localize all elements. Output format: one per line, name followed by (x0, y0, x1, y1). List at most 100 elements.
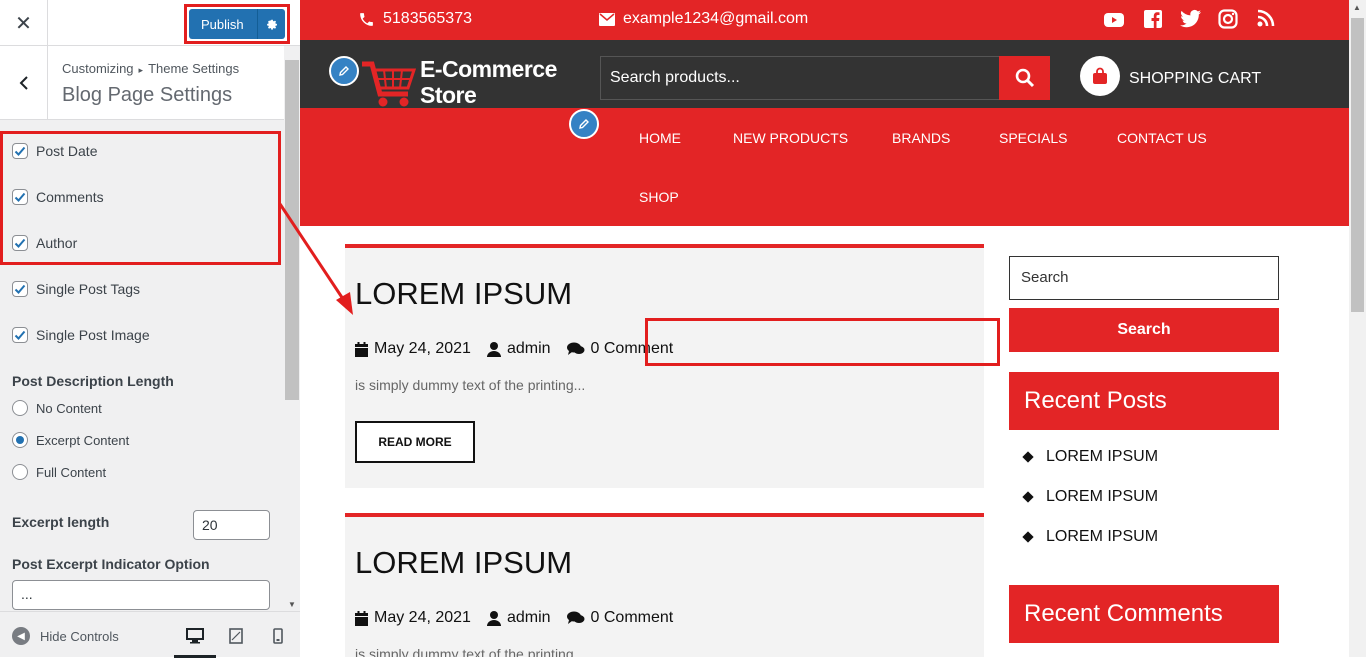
scroll-up-icon[interactable]: ▲ (1353, 3, 1361, 12)
breadcrumb: Customizing ▸ Theme Settings (62, 61, 239, 76)
recent-post-link[interactable]: LOREM IPSUM (1046, 448, 1158, 466)
nav-home[interactable]: HOME (639, 130, 681, 146)
comments-icon (566, 342, 585, 355)
post-title[interactable]: LOREM IPSUM (355, 545, 572, 581)
radio-excerpt-content[interactable]: Excerpt Content (12, 432, 129, 448)
youtube-icon[interactable] (1103, 9, 1125, 31)
sidebar-scroll-thumb[interactable] (285, 60, 299, 400)
tablet-icon (229, 628, 243, 644)
radio-button[interactable] (12, 400, 28, 416)
envelope-icon (599, 12, 615, 26)
recent-post-link[interactable]: LOREM IPSUM (1046, 488, 1158, 506)
post-author-text[interactable]: admin (507, 340, 551, 358)
post-date-text: May 24, 2021 (374, 609, 471, 626)
close-customizer-button[interactable]: ✕ (0, 0, 48, 46)
product-search-input[interactable]: Search products... (600, 56, 1000, 100)
bullet-icon (1022, 531, 1034, 543)
post-excerpt: is simply dummy text of the printing... (355, 377, 586, 393)
edit-shortcut-logo[interactable] (329, 56, 359, 86)
calendar-icon (355, 341, 368, 357)
excerpt-indicator-input[interactable]: ... (12, 580, 270, 610)
scroll-down-icon[interactable]: ▼ (288, 600, 296, 609)
logo-line-1: E-Commerce (420, 56, 557, 82)
user-icon (486, 610, 501, 626)
post-excerpt: is simply dummy text of the printing... (355, 646, 586, 657)
checkbox[interactable] (12, 281, 28, 297)
nav-specials[interactable]: SPECIALS (999, 130, 1067, 146)
sidebar-scrollbar[interactable]: ▼ (284, 46, 300, 611)
nav-brands[interactable]: BRANDS (892, 130, 950, 146)
customizer-header: ✕ Publish (0, 0, 300, 46)
gear-icon[interactable] (257, 9, 285, 39)
post-date: May 24, 2021 (355, 340, 471, 358)
read-more-button[interactable]: READ MORE (355, 421, 475, 463)
main-navigation: HOME NEW PRODUCTS BRANDS SPECIALS CONTAC… (300, 108, 1349, 226)
hide-controls-button[interactable]: ◀ Hide Controls (12, 627, 119, 645)
excerpt-length-input[interactable]: 20 (193, 510, 270, 540)
user-icon (486, 341, 501, 357)
preview-scroll-thumb[interactable] (1351, 18, 1364, 312)
search-icon (1015, 68, 1034, 88)
post-date-text: May 24, 2021 (374, 340, 471, 357)
radio-label: Full Content (36, 464, 107, 480)
post-title[interactable]: LOREM IPSUM (355, 276, 572, 312)
excerpt-length-label: Excerpt length (12, 514, 110, 530)
breadcrumb-parent: Theme Settings (148, 61, 240, 76)
excerpt-indicator-label: Post Excerpt Indicator Option (12, 556, 210, 572)
radio-button[interactable] (12, 464, 28, 480)
tablet-preview-button[interactable] (224, 624, 248, 648)
site-logo-text[interactable]: E-Commerce Store (420, 56, 557, 108)
shopping-cart-button[interactable] (1080, 56, 1120, 96)
recent-post-item[interactable]: LOREM IPSUM (1022, 448, 1158, 466)
nav-new-products[interactable]: NEW PRODUCTS (733, 130, 848, 146)
pencil-icon (579, 119, 589, 129)
product-search-button[interactable] (999, 56, 1050, 100)
instagram-icon[interactable] (1218, 9, 1238, 29)
shopping-cart-label[interactable]: SHOPPING CART (1129, 70, 1261, 88)
radio-button[interactable] (12, 432, 28, 448)
post-comments-text[interactable]: 0 Comment (591, 609, 674, 627)
preview-scrollbar[interactable]: ▲ (1349, 0, 1366, 657)
post-date: May 24, 2021 (355, 609, 471, 627)
sidebar-search-button[interactable]: Search (1009, 308, 1279, 352)
twitter-icon[interactable] (1180, 9, 1202, 29)
publish-button[interactable]: Publish (189, 9, 285, 39)
close-icon: ✕ (15, 12, 32, 35)
check-icon (14, 284, 26, 294)
phone-icon (360, 12, 373, 26)
chevron-left-icon (19, 76, 28, 90)
nav-shop[interactable]: SHOP (639, 189, 679, 205)
nav-contact-us[interactable]: CONTACT US (1117, 130, 1207, 146)
post-comments: 0 Comment (566, 609, 674, 627)
section-title: Blog Page Settings (62, 84, 233, 106)
cart-logo-icon (362, 61, 416, 107)
back-button[interactable] (0, 46, 48, 120)
edit-shortcut-menu[interactable] (569, 109, 599, 139)
mobile-icon (273, 628, 283, 644)
checkbox-single-post-tags[interactable]: Single Post Tags (12, 281, 140, 297)
pencil-icon (339, 66, 349, 76)
mobile-preview-button[interactable] (266, 624, 290, 648)
post-author-text[interactable]: admin (507, 609, 551, 627)
recent-post-link[interactable]: LOREM IPSUM (1046, 528, 1158, 546)
checkbox[interactable] (12, 327, 28, 343)
checkbox-label: Single Post Tags (36, 281, 141, 297)
blog-post: LOREM IPSUM May 24, 2021 admin 0 Comment… (345, 244, 984, 488)
comments-icon (566, 611, 585, 624)
breadcrumb-separator: ▸ (138, 65, 144, 75)
checkbox-single-post-image[interactable]: Single Post Image (12, 327, 150, 343)
desktop-icon (186, 628, 204, 644)
radio-no-content[interactable]: No Content (12, 400, 102, 416)
recent-post-item[interactable]: LOREM IPSUM (1022, 528, 1158, 546)
facebook-icon[interactable] (1143, 9, 1163, 29)
collapse-icon: ◀ (12, 627, 30, 645)
radio-full-content[interactable]: Full Content (12, 464, 106, 480)
section-header: Customizing ▸ Theme Settings Blog Page Set… (0, 46, 284, 120)
bullet-icon (1022, 491, 1034, 503)
sidebar-search-input[interactable]: Search (1009, 256, 1279, 300)
breadcrumb-root: Customizing (62, 61, 134, 76)
rss-icon[interactable] (1257, 9, 1275, 27)
recent-comments-title: Recent Comments (1009, 585, 1279, 643)
desktop-preview-button[interactable] (183, 624, 207, 648)
recent-post-item[interactable]: LOREM IPSUM (1022, 488, 1158, 506)
